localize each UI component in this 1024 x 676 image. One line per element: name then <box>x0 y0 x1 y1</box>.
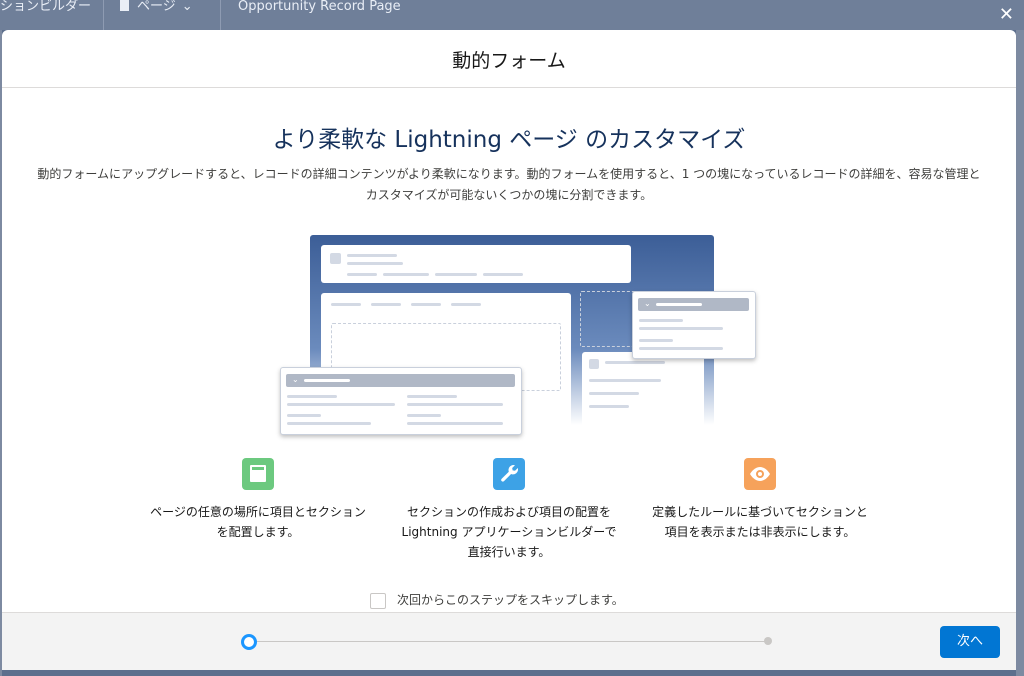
modal-dialog: 動的フォーム より柔軟な Lightning ページ のカスタマイズ 動的フォー… <box>2 30 1016 670</box>
progress-step-next <box>764 637 772 645</box>
illustration-side-card <box>582 352 704 435</box>
layout-icon <box>242 458 274 490</box>
feature-item: ページの任意の場所に項目とセクションを配置します。 <box>148 458 368 542</box>
illustration-floating-section-right: ⌄ <box>632 291 756 359</box>
chevron-down-icon: ⌄ <box>181 0 193 14</box>
record-page-name: Opportunity Record Page <box>238 0 401 14</box>
feature-text: ページの任意の場所に項目とセクションを配置します。 <box>150 505 366 539</box>
close-icon[interactable]: ✕ <box>999 4 1014 25</box>
illustration-floating-section-left: ⌄ <box>280 367 522 435</box>
wrench-icon <box>493 458 525 490</box>
header-divider <box>220 0 221 30</box>
feature-item: 定義したルールに基づいてセクションと項目を表示または非表示にします。 <box>650 458 870 542</box>
page-menu[interactable]: ページ ⌄ <box>120 0 193 30</box>
feature-item: セクションの作成および項目の配置を Lightning アプリケーションビルダー… <box>399 458 619 562</box>
modal-header: 動的フォーム <box>2 30 1016 88</box>
page-menu-label: ページ <box>137 0 176 14</box>
header-divider <box>103 0 104 30</box>
feature-text: セクションの作成および項目の配置を Lightning アプリケーションビルダー… <box>401 505 617 559</box>
document-icon <box>120 0 129 11</box>
hero-description: 動的フォームにアップグレードすると、レコードの詳細コンテンツがより柔軟になります… <box>37 167 981 202</box>
illustration-header-card <box>321 245 631 283</box>
next-button[interactable]: 次へ <box>940 626 1000 658</box>
background-panel <box>1016 30 1024 676</box>
checkbox[interactable] <box>370 593 386 609</box>
app-header: ションビルダー ページ ⌄ Opportunity Record Page ✕ <box>0 0 1024 30</box>
modal-footer: 次へ <box>2 612 1016 670</box>
skip-step-label: 次回からこのステップをスキップします。 <box>397 593 624 607</box>
eye-icon <box>744 458 776 490</box>
app-name: ションビルダー <box>0 0 92 14</box>
hero-title: より柔軟な Lightning ページ のカスタマイズ <box>272 127 746 153</box>
feature-text: 定義したルールに基づいてセクションと項目を表示または非表示にします。 <box>652 505 868 539</box>
progress-step-current <box>241 634 257 650</box>
skip-step-checkbox[interactable]: 次回からこのステップをスキップします。 <box>370 593 670 613</box>
dynamic-forms-illustration: ⌄ ⌄ <box>272 235 762 435</box>
modal-title: 動的フォーム <box>452 50 566 72</box>
progress-track <box>256 641 768 642</box>
